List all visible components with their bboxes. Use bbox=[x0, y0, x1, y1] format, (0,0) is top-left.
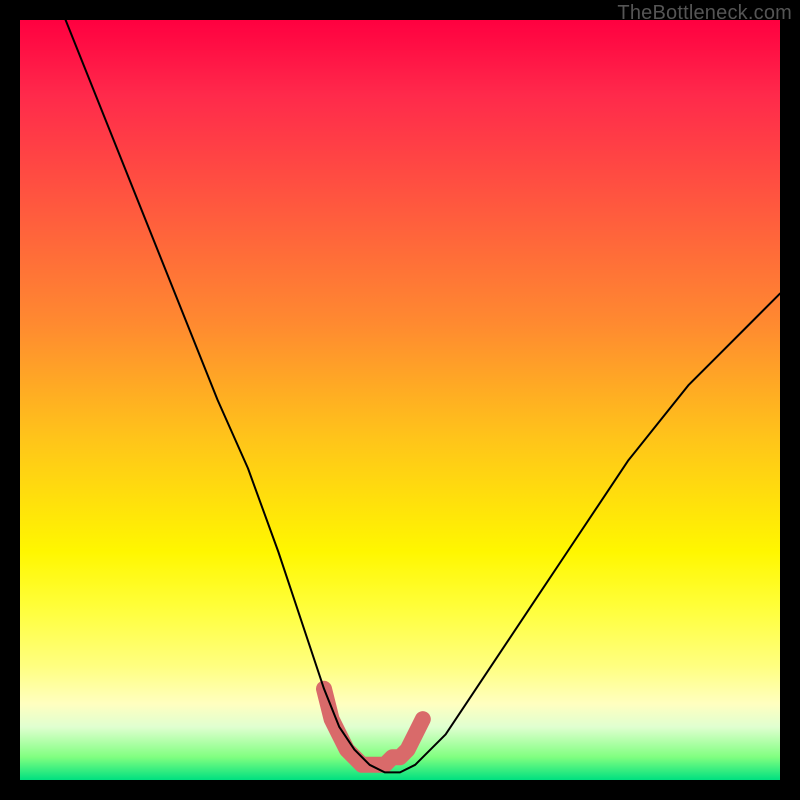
watermark-text: TheBottleneck.com bbox=[617, 2, 792, 25]
plot-area bbox=[20, 20, 780, 780]
chart-svg bbox=[20, 20, 780, 780]
bottleneck-curve-line bbox=[66, 20, 780, 772]
bottleneck-curve-path bbox=[66, 20, 780, 772]
chart-frame: TheBottleneck.com bbox=[0, 0, 800, 800]
